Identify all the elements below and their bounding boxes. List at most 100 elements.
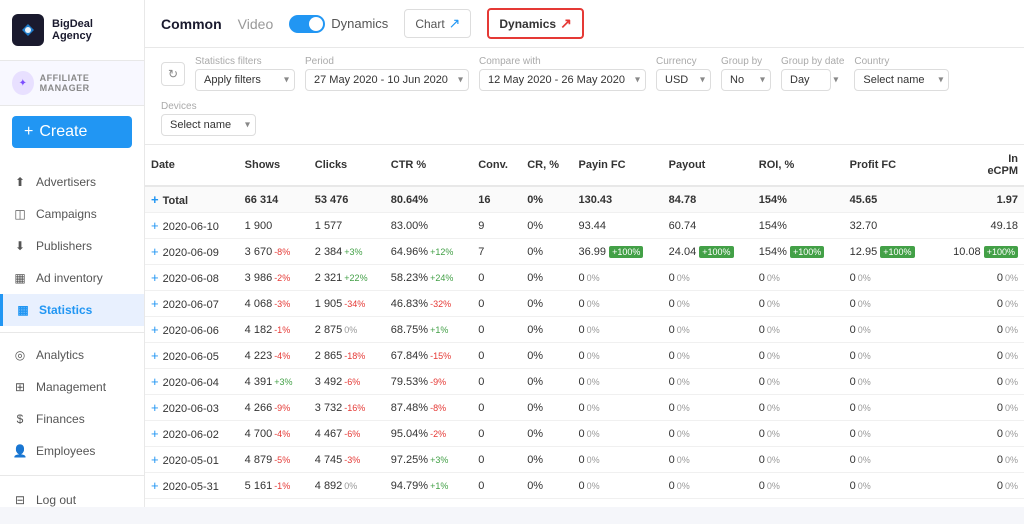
total-expand[interactable]: + (151, 192, 159, 207)
col-ecpm: IneCPM (934, 145, 1024, 186)
cell-ctr: 79.53%-9% (385, 369, 472, 395)
row-expand-10[interactable]: + (151, 478, 159, 493)
cell-payin: 00% (573, 499, 663, 508)
row-expand-1[interactable]: + (151, 244, 159, 259)
row-expand-0[interactable]: + (151, 218, 159, 233)
col-roi: ROI, % (753, 145, 844, 186)
cell-payout: 00% (663, 499, 753, 508)
cell-shows: 4 391+3% (239, 369, 309, 395)
create-label: Create (39, 123, 87, 141)
sidebar-item-finances[interactable]: $ Finances (0, 403, 144, 435)
row-expand-5[interactable]: + (151, 348, 159, 363)
total-label: +Total (145, 186, 239, 213)
sidebar-item-campaigns[interactable]: ◫ Campaigns (0, 198, 144, 230)
cell-shows: 4 068-3% (239, 291, 309, 317)
group-by-select[interactable]: No (721, 69, 771, 91)
filter-period: Period 27 May 2020 - 10 Jun 2020 (305, 56, 469, 91)
period-label: Period (305, 56, 469, 67)
dynamics-button[interactable]: Dynamics ↗ (487, 8, 583, 39)
cell-payout: 24.04 +100% (663, 239, 753, 265)
cell-date: +2020-06-10 (145, 213, 239, 239)
cell-cr: 0% (521, 499, 572, 508)
cell-roi: 00% (753, 343, 844, 369)
cell-ecpm: 10.08 +100% (934, 239, 1024, 265)
row-expand-7[interactable]: + (151, 400, 159, 415)
cell-date: +2020-06-04 (145, 369, 239, 395)
cell-ctr: 64.96%+12% (385, 239, 472, 265)
main-content: Common Video Dynamics Chart ↗ Dynamics ↗… (145, 0, 1024, 507)
currency-label: Currency (656, 56, 711, 67)
top-bar: Common Video Dynamics Chart ↗ Dynamics ↗ (145, 0, 1024, 48)
dynamics-toggle[interactable] (289, 15, 325, 33)
row-expand-3[interactable]: + (151, 296, 159, 311)
cell-payin: 00% (573, 447, 663, 473)
cell-profit: 00% (844, 499, 934, 508)
sidebar-item-ad-inventory[interactable]: ▦ Ad inventory (0, 262, 144, 294)
sidebar-item-analytics[interactable]: ◎ Analytics (0, 339, 144, 371)
row-expand-4[interactable]: + (151, 322, 159, 337)
sidebar-item-employees[interactable]: 👤 Employees (0, 435, 144, 467)
period-select[interactable]: 27 May 2020 - 10 Jun 2020 (305, 69, 469, 91)
table-row: +2020-06-07 4 068-3% 1 905-34% 46.83%-32… (145, 291, 1024, 317)
row-expand-9[interactable]: + (151, 452, 159, 467)
group-by-date-select[interactable]: Day (781, 69, 831, 91)
role-label: AFFILIATE MANAGER (40, 73, 132, 93)
cell-cr: 0% (521, 473, 572, 499)
row-expand-8[interactable]: + (151, 426, 159, 441)
sidebar-item-publishers[interactable]: ⬇ Publishers (0, 230, 144, 262)
plus-icon: + (24, 123, 33, 141)
cell-conv: 0 (472, 343, 521, 369)
cell-roi: 00% (753, 369, 844, 395)
cell-profit: 00% (844, 291, 934, 317)
table-row: +2020-06-03 4 266-9% 3 732-16% 87.48%-8%… (145, 395, 1024, 421)
employees-icon: 👤 (12, 443, 28, 459)
sidebar-item-advertisers[interactable]: ⬆ Advertisers (0, 166, 144, 198)
total-cr: 0% (521, 186, 572, 213)
cell-ctr: 67.84%-15% (385, 343, 472, 369)
table-row: +2020-06-08 3 986-2% 2 321+22% 58.23%+24… (145, 265, 1024, 291)
create-button[interactable]: + Create (12, 116, 132, 148)
devices-select[interactable]: Select name (161, 114, 256, 136)
cell-clicks: 1 905-34% (309, 291, 385, 317)
devices-label: Devices (161, 101, 256, 112)
chart-button[interactable]: Chart ↗ (404, 9, 471, 38)
cell-ecpm: 00% (934, 395, 1024, 421)
logo-text: BigDeal Agency (52, 18, 93, 42)
total-profit: 45.65 (844, 186, 934, 213)
cell-roi: 00% (753, 265, 844, 291)
compare-select[interactable]: 12 May 2020 - 26 May 2020 (479, 69, 646, 91)
cell-shows: 5 2200% (239, 499, 309, 508)
tab-common[interactable]: Common (161, 12, 222, 36)
refresh-button[interactable]: ↻ (161, 62, 185, 86)
cell-clicks: 2 384+3% (309, 239, 385, 265)
cell-shows: 5 161-1% (239, 473, 309, 499)
country-select[interactable]: Select name (854, 69, 949, 91)
tab-video[interactable]: Video (238, 12, 274, 36)
table-row: +2020-06-02 4 700-4% 4 467-6% 95.04%-2% … (145, 421, 1024, 447)
row-expand-2[interactable]: + (151, 270, 159, 285)
table-row: +2020-05-30 5 2200% 4 905+9% 93.97%+9% 0… (145, 499, 1024, 508)
cell-payin: 00% (573, 291, 663, 317)
table-row: +2020-06-06 4 182-1% 2 8750% 68.75%+1% 0… (145, 317, 1024, 343)
cell-shows: 1 900 (239, 213, 309, 239)
cell-ctr: 93.97%+9% (385, 499, 472, 508)
cell-profit: 00% (844, 265, 934, 291)
total-payout: 84.78 (663, 186, 753, 213)
apply-filters-select[interactable]: Apply filters (195, 69, 295, 91)
cell-roi: 00% (753, 395, 844, 421)
cell-roi: 154% (753, 213, 844, 239)
cell-date: +2020-06-07 (145, 291, 239, 317)
country-label: Country (854, 56, 949, 67)
sidebar-item-management[interactable]: ⊞ Management (0, 371, 144, 403)
sidebar-item-statistics[interactable]: ▦ Statistics (0, 294, 144, 326)
compare-wrapper: 12 May 2020 - 26 May 2020 (479, 69, 646, 91)
cell-conv: 0 (472, 291, 521, 317)
logout-button[interactable]: ⊟ Log out (0, 484, 144, 516)
cell-clicks: 4 467-6% (309, 421, 385, 447)
row-expand-6[interactable]: + (151, 374, 159, 389)
filters-bar: ↻ Statistics filters Apply filters Perio… (145, 48, 1024, 145)
cell-payin: 00% (573, 369, 663, 395)
currency-select[interactable]: USD (656, 69, 711, 91)
cell-conv: 0 (472, 395, 521, 421)
cell-ecpm: 00% (934, 343, 1024, 369)
